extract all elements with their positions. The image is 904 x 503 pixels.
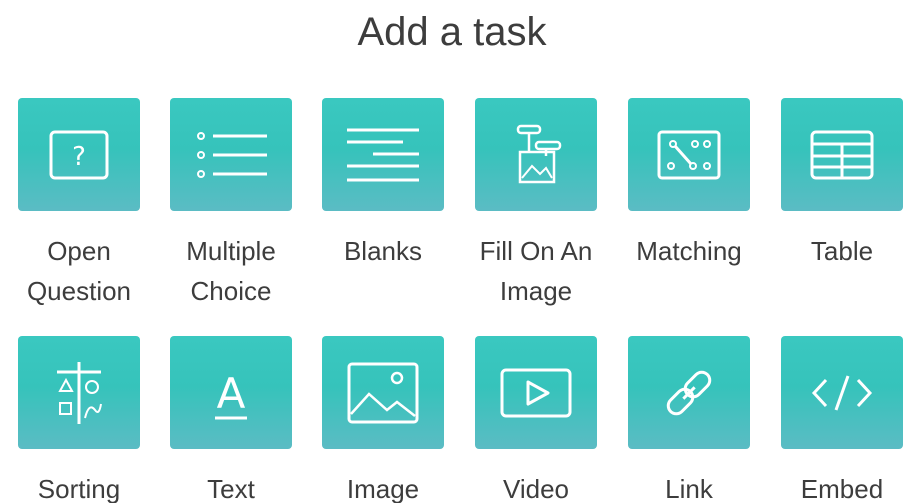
add-task-page: Add a task ? Open Question Multiple Choi… bbox=[0, 0, 904, 503]
task-tile[interactable] bbox=[781, 336, 903, 449]
task-label: Image bbox=[346, 474, 420, 503]
bullet-list-icon bbox=[197, 131, 267, 178]
task-tile[interactable] bbox=[628, 336, 750, 449]
task-table[interactable]: Table bbox=[781, 98, 903, 271]
matching-dots-icon bbox=[657, 130, 721, 179]
code-brackets-icon bbox=[811, 375, 873, 410]
task-tile[interactable] bbox=[18, 336, 140, 449]
table-icon bbox=[810, 130, 874, 179]
task-label: Embed bbox=[800, 474, 884, 503]
task-label: Sorting bbox=[37, 474, 121, 503]
task-tile[interactable] bbox=[475, 98, 597, 211]
blank-lines-icon bbox=[347, 128, 419, 181]
task-tile[interactable] bbox=[322, 336, 444, 449]
task-tile[interactable]: A bbox=[170, 336, 292, 449]
task-blanks[interactable]: Blanks bbox=[322, 98, 444, 271]
picture-icon bbox=[347, 362, 419, 423]
task-tile[interactable] bbox=[475, 336, 597, 449]
task-label: Blanks bbox=[343, 236, 423, 266]
task-label: Video bbox=[502, 474, 570, 503]
task-link[interactable]: Link bbox=[628, 336, 750, 503]
task-image[interactable]: Image bbox=[322, 336, 444, 503]
task-label: Table bbox=[810, 236, 874, 266]
question-box-icon: ? bbox=[49, 130, 109, 179]
task-video[interactable]: Video bbox=[475, 336, 597, 503]
task-tile[interactable]: ? bbox=[18, 98, 140, 211]
task-label: Multiple Choice bbox=[186, 236, 276, 306]
image-labels-icon bbox=[516, 124, 562, 183]
task-label: Text bbox=[207, 474, 255, 503]
task-sorting[interactable]: Sorting bbox=[18, 336, 140, 503]
task-fill-on-an-image[interactable]: Fill On An Image bbox=[475, 98, 597, 311]
task-text[interactable]: A Text bbox=[170, 336, 292, 503]
sorting-shapes-icon bbox=[57, 361, 102, 424]
task-label: Link bbox=[665, 474, 713, 503]
task-tile[interactable] bbox=[170, 98, 292, 211]
task-label: Fill On An Image bbox=[479, 236, 593, 306]
task-open-question[interactable]: ? Open Question bbox=[18, 98, 140, 311]
task-tile[interactable] bbox=[628, 98, 750, 211]
svg-text:?: ? bbox=[72, 142, 86, 172]
task-tile[interactable] bbox=[322, 98, 444, 211]
video-play-icon bbox=[500, 368, 572, 417]
text-a-icon: A bbox=[215, 369, 247, 419]
task-label: Matching bbox=[636, 236, 742, 266]
task-tile[interactable] bbox=[781, 98, 903, 211]
svg-text:A: A bbox=[217, 369, 246, 418]
task-embed[interactable]: Embed bbox=[781, 336, 903, 503]
page-title: Add a task bbox=[357, 10, 547, 54]
task-label: Open Question bbox=[26, 236, 132, 306]
task-multiple-choice[interactable]: Multiple Choice bbox=[170, 98, 292, 311]
chain-link-icon bbox=[666, 370, 712, 415]
task-matching[interactable]: Matching bbox=[628, 98, 750, 271]
